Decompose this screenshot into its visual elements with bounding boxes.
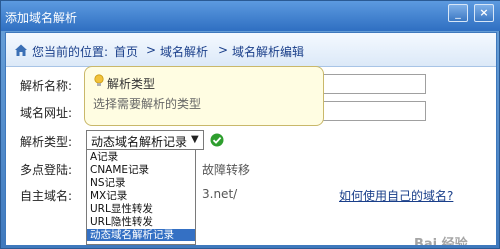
- custom-domain-url: 3.net/: [202, 187, 238, 201]
- resolve-name-input[interactable]: [320, 74, 426, 94]
- dropdown-option[interactable]: A记录: [87, 151, 195, 163]
- help-tooltip: 解析类型 选择需要解析的类型: [84, 66, 324, 126]
- domain-url-label: 域名网址:: [20, 106, 73, 120]
- tooltip-title: 解析类型: [107, 77, 156, 91]
- tooltip-body: 选择需要解析的类型: [93, 97, 202, 111]
- dialog-window: 添加域名解析 _ × 您当前的位置: 首页 > 域名解析 > 域名解析编辑 解析…: [0, 0, 500, 249]
- home-icon: [15, 44, 27, 56]
- check-circle-icon: [210, 133, 224, 147]
- record-type-selected-value: 动态域名解析记录: [91, 135, 188, 149]
- breadcrumb-prefix: 您当前的位置:: [32, 45, 109, 59]
- record-type-select[interactable]: 动态域名解析记录 ▼: [86, 130, 204, 150]
- record-type-label: 解析类型:: [20, 135, 73, 149]
- dropdown-option[interactable]: NS记录: [87, 177, 195, 189]
- breadcrumb: 您当前的位置: 首页 > 域名解析 > 域名解析编辑: [6, 33, 496, 67]
- breadcrumb-item-home[interactable]: 首页: [114, 43, 138, 60]
- dropdown-option[interactable]: URL显性转发: [87, 203, 195, 215]
- multipoint-label: 多点登陆:: [20, 163, 73, 177]
- dialog-content: 您当前的位置: 首页 > 域名解析 > 域名解析编辑 解析名称: 域名网址: 解…: [5, 32, 497, 246]
- custom-domain-label: 自主域名:: [20, 189, 73, 203]
- minimize-button[interactable]: _: [448, 4, 468, 22]
- breadcrumb-item-dns-edit: 域名解析编辑: [232, 45, 305, 59]
- window-title: 添加域名解析: [5, 11, 78, 25]
- failover-text: 故障转移: [202, 163, 251, 177]
- domain-url-input[interactable]: [320, 101, 426, 121]
- dropdown-option-selected[interactable]: 动态域名解析记录: [87, 229, 195, 241]
- title-bar[interactable]: 添加域名解析 _ ×: [1, 1, 500, 31]
- breadcrumb-separator: >: [146, 43, 157, 57]
- close-button[interactable]: ×: [474, 4, 494, 22]
- dropdown-option[interactable]: URL隐性转发: [87, 216, 195, 228]
- help-link[interactable]: 如何使用自己的域名?: [339, 187, 453, 204]
- chevron-down-icon[interactable]: ▼: [191, 134, 199, 145]
- dropdown-option[interactable]: MX记录: [87, 190, 195, 202]
- dropdown-option[interactable]: CNAME记录: [87, 164, 195, 176]
- record-type-dropdown: A记录 CNAME记录 NS记录 MX记录 URL显性转发 URL隐性转发 动态…: [86, 149, 196, 245]
- lightbulb-icon: [94, 74, 104, 86]
- breadcrumb-separator: >: [218, 43, 229, 57]
- watermark: Bai 经验: [414, 237, 468, 246]
- resolve-name-label: 解析名称:: [20, 79, 73, 93]
- breadcrumb-item-dns[interactable]: 域名解析: [160, 43, 208, 60]
